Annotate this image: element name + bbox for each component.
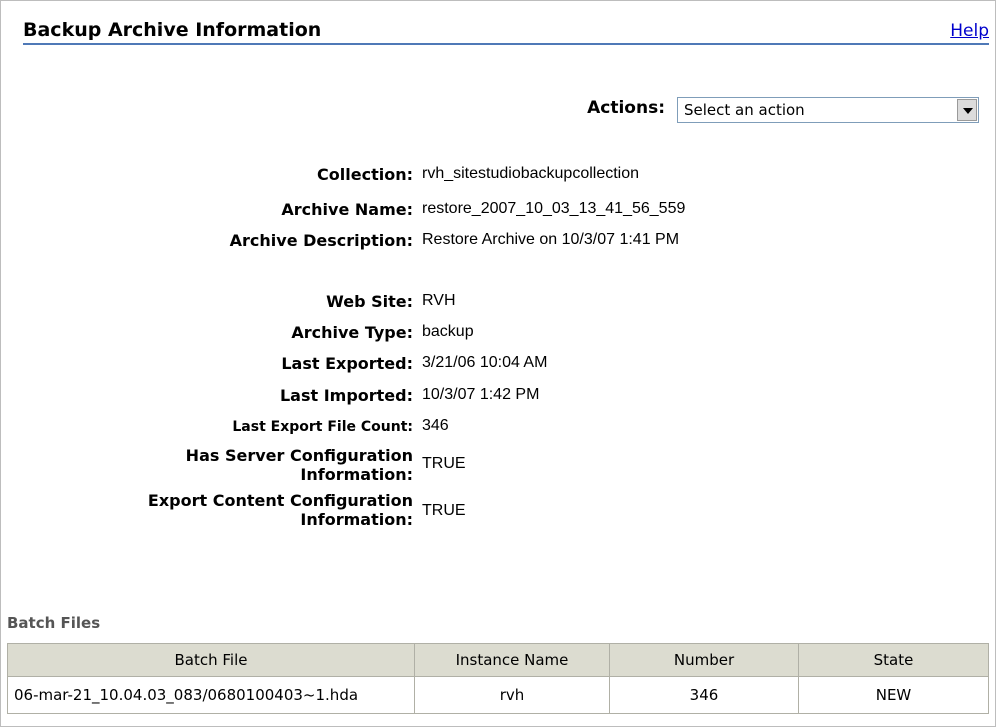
last-exported-label: Last Exported: xyxy=(281,354,413,373)
instance-name-cell: rvh xyxy=(414,676,610,714)
page-frame: Backup Archive Information Help Actions:… xyxy=(0,0,996,727)
export-content-config-value: TRUE xyxy=(422,502,466,519)
collection-value: rvh_sitestudiobackupcollection xyxy=(422,165,640,182)
last-export-file-count-label: Last Export File Count: xyxy=(232,419,413,435)
actions-dropdown[interactable]: Select an action xyxy=(677,97,979,123)
actions-label: Actions: xyxy=(587,98,665,118)
batch-files-heading: Batch Files xyxy=(7,614,101,632)
actions-dropdown-value: Select an action xyxy=(684,101,805,119)
page-title: Backup Archive Information xyxy=(23,19,322,41)
help-link[interactable]: Help xyxy=(950,21,989,41)
column-header-number[interactable]: Number xyxy=(609,643,799,677)
column-header-instance-name[interactable]: Instance Name xyxy=(414,643,610,677)
batch-files-table: Batch File Instance Name Number State 06… xyxy=(7,643,989,714)
export-content-config-label: Export Content Configuration Information… xyxy=(1,491,413,529)
archive-description-label: Archive Description: xyxy=(229,231,413,250)
last-export-file-count-value: 346 xyxy=(422,417,449,434)
table-row[interactable]: 06-mar-21_10.04.03_083/0680100403~1.hda … xyxy=(7,676,989,714)
last-imported-label: Last Imported: xyxy=(279,386,413,405)
export-content-config-label-line1: Export Content Configuration xyxy=(147,491,413,510)
state-cell: NEW xyxy=(798,676,989,714)
column-header-batch-file[interactable]: Batch File xyxy=(7,643,415,677)
batch-file-cell: 06-mar-21_10.04.03_083/0680100403~1.hda xyxy=(7,676,415,714)
archive-type-value: backup xyxy=(422,323,474,340)
collection-label: Collection: xyxy=(317,165,413,184)
has-server-config-label: Has Server Configuration Information: xyxy=(1,446,413,484)
has-server-config-label-line2: Information: xyxy=(300,465,413,484)
archive-type-label: Archive Type: xyxy=(291,323,413,342)
archive-name-label: Archive Name: xyxy=(281,200,413,219)
web-site-label: Web Site: xyxy=(326,292,413,311)
header: Backup Archive Information Help xyxy=(23,15,989,45)
last-imported-value: 10/3/07 1:42 PM xyxy=(422,386,540,403)
archive-name-value: restore_2007_10_03_13_41_56_559 xyxy=(422,200,686,217)
export-content-config-label-line2: Information: xyxy=(300,510,413,529)
table-header-row: Batch File Instance Name Number State xyxy=(7,643,989,677)
number-cell: 346 xyxy=(609,676,799,714)
chevron-down-icon[interactable] xyxy=(957,99,977,121)
last-exported-value: 3/21/06 10:04 AM xyxy=(422,354,548,371)
has-server-config-label-line1: Has Server Configuration xyxy=(185,446,413,465)
web-site-value: RVH xyxy=(422,292,456,309)
has-server-config-value: TRUE xyxy=(422,455,466,472)
archive-description-value: Restore Archive on 10/3/07 1:41 PM xyxy=(422,231,680,248)
column-header-state[interactable]: State xyxy=(798,643,989,677)
